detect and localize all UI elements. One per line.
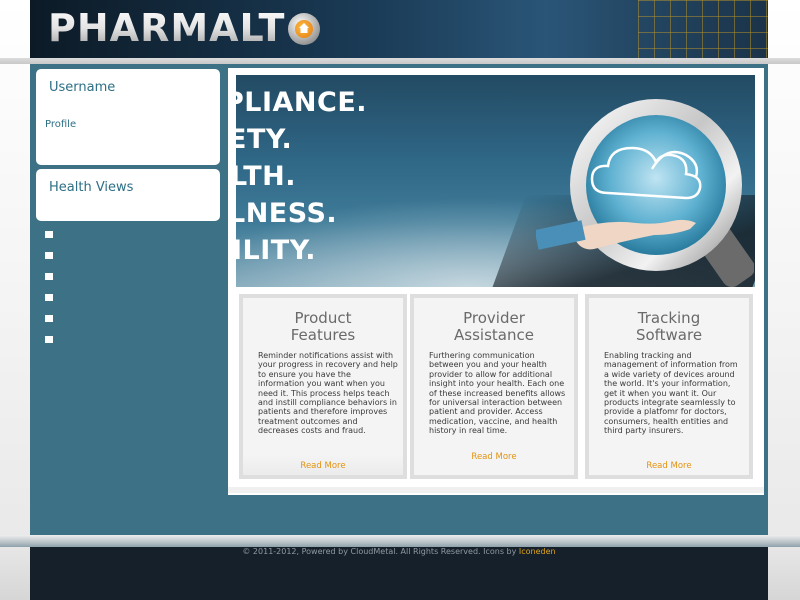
logo-text: PHARMALT <box>48 6 286 50</box>
list-bullet[interactable] <box>45 294 53 301</box>
tracking-software-card: Tracking Software Enabling tracking and … <box>585 294 753 479</box>
list-bullet[interactable] <box>45 231 53 238</box>
health-views-title: Health Views <box>49 180 134 195</box>
profile-link[interactable]: Profile <box>45 119 76 130</box>
hero-banner: PLIANCE. ETY. LTH. LNESS. ILITY. <box>236 75 755 287</box>
list-bullet[interactable] <box>45 273 53 280</box>
card-body: Furthering communication between you and… <box>429 351 566 436</box>
main-panel: Username Profile Health Views PLIANCE. E… <box>30 64 768 535</box>
content-area: PLIANCE. ETY. LTH. LNESS. ILITY. Product… <box>228 68 764 495</box>
hero-line: ETY. <box>236 124 293 155</box>
read-more-link[interactable]: Read More <box>589 461 749 471</box>
provider-assistance-card: Provider Assistance Furthering communica… <box>410 294 578 479</box>
health-views-box: Health Views <box>36 169 220 221</box>
product-features-card: Product Features Reminder notifications … <box>239 294 407 479</box>
content-bottom-strip <box>228 487 764 493</box>
house-glyph-icon <box>299 23 310 33</box>
bottom-divider <box>0 535 800 547</box>
footer-text: © 2011-2012, Powered by CloudMetal. All … <box>30 547 768 556</box>
health-views-list <box>45 231 53 357</box>
house-icon <box>288 13 321 45</box>
card-title: Product Features <box>243 310 403 344</box>
list-bullet[interactable] <box>45 315 53 322</box>
site-footer: © 2011-2012, Powered by CloudMetal. All … <box>30 547 768 600</box>
iconeden-link[interactable]: Iconeden <box>519 547 556 556</box>
read-more-link[interactable]: Read More <box>414 452 574 462</box>
read-more-link[interactable]: Read More <box>243 461 403 471</box>
copyright-text: © 2011-2012, Powered by CloudMetal. All … <box>242 547 519 556</box>
hero-line: ILITY. <box>236 235 317 266</box>
card-title-line: Features <box>290 326 356 344</box>
hero-line: LNESS. <box>236 198 338 229</box>
card-body: Enabling tracking and management of info… <box>604 351 738 436</box>
card-body: Reminder notifications assist with your … <box>258 351 398 436</box>
username-box: Username Profile <box>36 69 220 165</box>
card-title: Tracking Software <box>589 310 749 344</box>
list-bullet[interactable] <box>45 336 53 343</box>
username-title: Username <box>49 80 116 95</box>
card-title-line: Assistance <box>454 326 534 344</box>
list-bullet[interactable] <box>45 252 53 259</box>
header-grid-decoration <box>638 0 768 58</box>
hero-line: PLIANCE. <box>236 87 368 118</box>
card-title-line: Product <box>294 309 352 327</box>
card-title-line: Software <box>635 326 703 344</box>
site-header: PHARMALT <box>30 0 768 58</box>
hero-line: LTH. <box>236 161 297 192</box>
card-title-line: Provider <box>463 309 525 327</box>
card-title-line: Tracking <box>637 309 701 327</box>
magnifier-cloud-icon <box>536 99 754 287</box>
site-logo[interactable]: PHARMALT <box>48 6 321 50</box>
card-title: Provider Assistance <box>414 310 574 344</box>
